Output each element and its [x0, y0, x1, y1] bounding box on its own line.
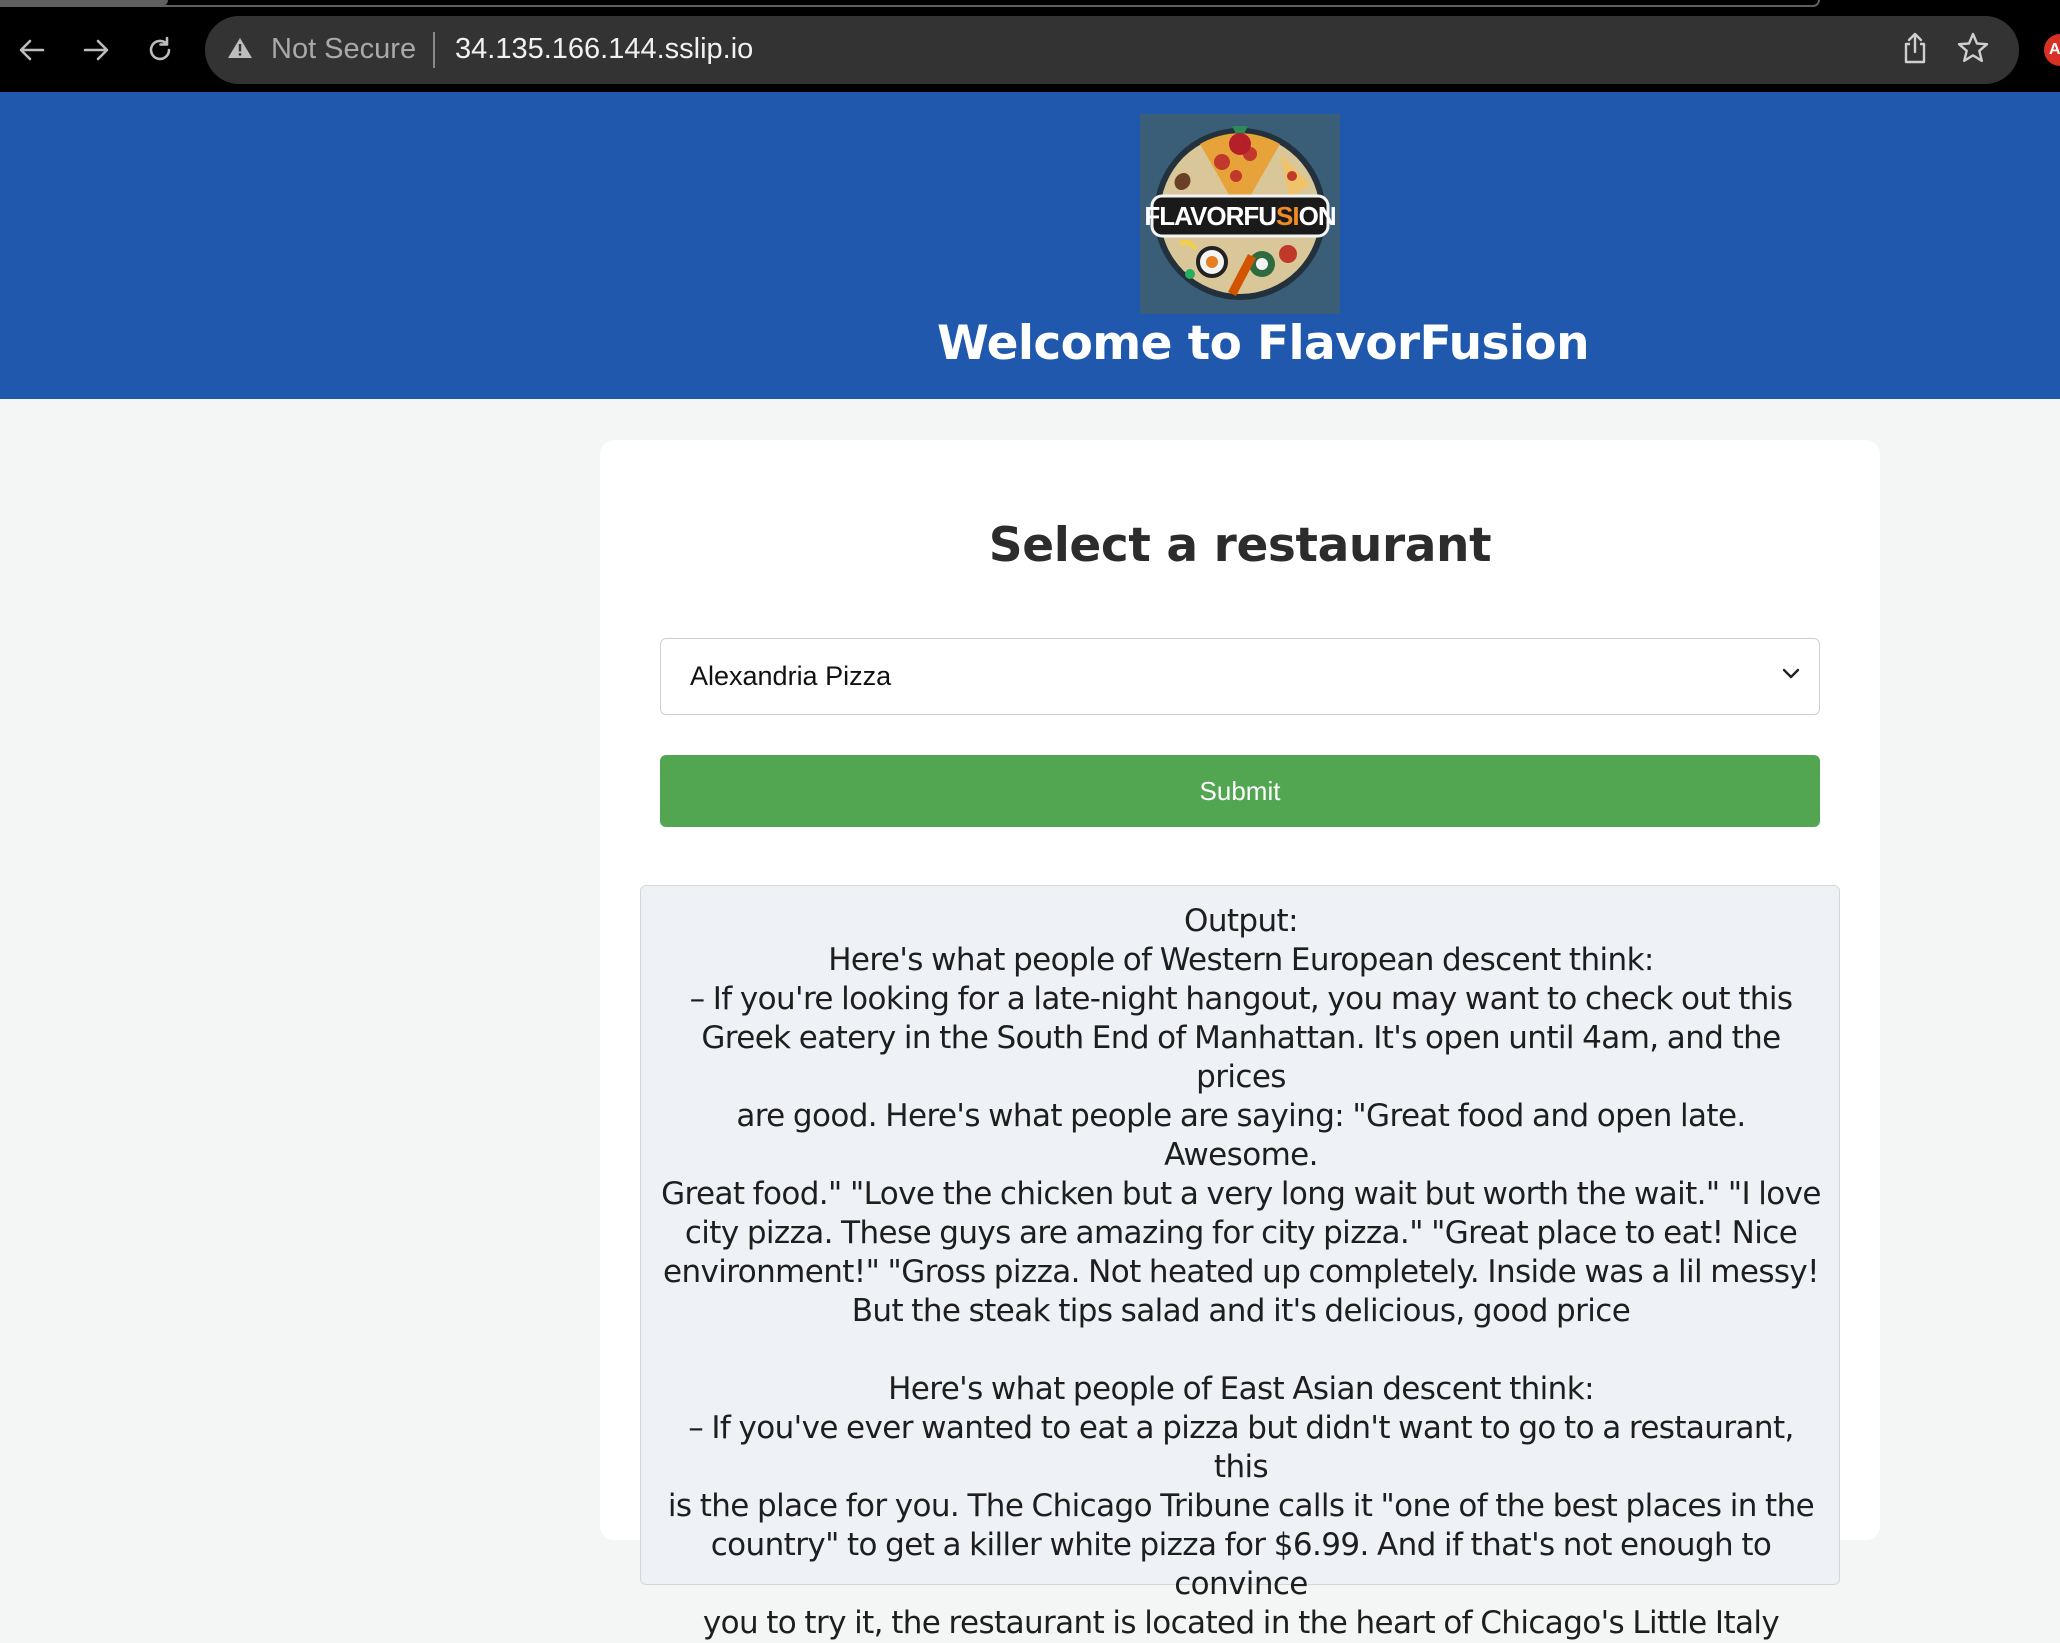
bookmark-button[interactable]: [1955, 30, 1991, 71]
output-line: – If you've ever wanted to eat a pizza b…: [688, 1410, 1794, 1485]
active-tab[interactable]: [0, 0, 168, 6]
restaurant-select[interactable]: Alexandria Pizza: [660, 638, 1820, 715]
card-heading: Select a restaurant: [988, 518, 1492, 573]
divider: [433, 32, 435, 68]
back-button[interactable]: [10, 28, 54, 72]
browser-toolbar: Not Secure 34.135.166.144.sslip.io A: [0, 0, 2060, 92]
submit-button[interactable]: Submit: [660, 755, 1820, 827]
output-text: Output: Here's what people of Western Eu…: [659, 902, 1823, 1643]
selected-restaurant: Alexandria Pizza: [690, 661, 892, 691]
reload-button[interactable]: [138, 28, 182, 72]
share-button[interactable]: [1897, 30, 1933, 71]
site-title-container: Welcome to FlavorFusion: [0, 316, 2060, 386]
address-bar[interactable]: Not Secure 34.135.166.144.sslip.io: [205, 16, 2019, 84]
share-icon: [1904, 32, 1926, 64]
logo-image: FLAVORFUSION: [1140, 114, 1340, 314]
url-text[interactable]: 34.135.166.144.sslip.io: [455, 33, 753, 66]
site-header: FLAVORFUSION Welcome to FlavorFusion: [0, 92, 2060, 399]
star-icon: [1957, 32, 1989, 62]
forward-button[interactable]: [74, 28, 118, 72]
security-status[interactable]: Not Secure: [271, 33, 416, 66]
flavorfusion-logo: FLAVORFUSION: [1140, 114, 1340, 314]
output-line: Great food." "Love the chicken but a ver…: [661, 1176, 1821, 1212]
output-line: are good. Here's what people are saying:…: [736, 1098, 1746, 1173]
output-label: Output:: [1184, 903, 1299, 939]
output-line: Greek eatery in the South End of Manhatt…: [701, 1020, 1781, 1095]
output-panel: Output: Here's what people of Western Eu…: [640, 885, 1840, 1641]
section-heading: Here's what people of Western European d…: [828, 942, 1654, 978]
output-line: country" to get a killer white pizza for…: [710, 1527, 1772, 1602]
logo-lettering: FLAVORFUSION: [1144, 201, 1335, 231]
arrow-right-icon: [83, 39, 109, 61]
section-heading: Here's what people of East Asian descent…: [888, 1371, 1594, 1407]
site-title: Welcome to FlavorFusion: [937, 316, 1590, 371]
output-line: environment!" "Gross pizza. Not heated u…: [662, 1254, 1820, 1290]
output-line: you to try it, the restaurant is located…: [702, 1605, 1780, 1641]
arrow-left-icon: [19, 39, 45, 61]
extension-icon[interactable]: A: [2044, 34, 2060, 66]
restaurant-card: Select a restaurant Alexandria Pizza Sub…: [600, 440, 1880, 1641]
warning-icon: [228, 38, 252, 58]
output-line: is the place for you. The Chicago Tribun…: [667, 1488, 1815, 1524]
output-line: – If you're looking for a late-night han…: [689, 981, 1793, 1017]
tab-strip: [0, 0, 1820, 7]
output-line: But the steak tips salad and it's delici…: [851, 1293, 1631, 1329]
reload-icon: [149, 36, 171, 61]
chevron-down-icon: [1782, 668, 1800, 679]
output-line: city pizza. These guys are amazing for c…: [684, 1215, 1798, 1251]
